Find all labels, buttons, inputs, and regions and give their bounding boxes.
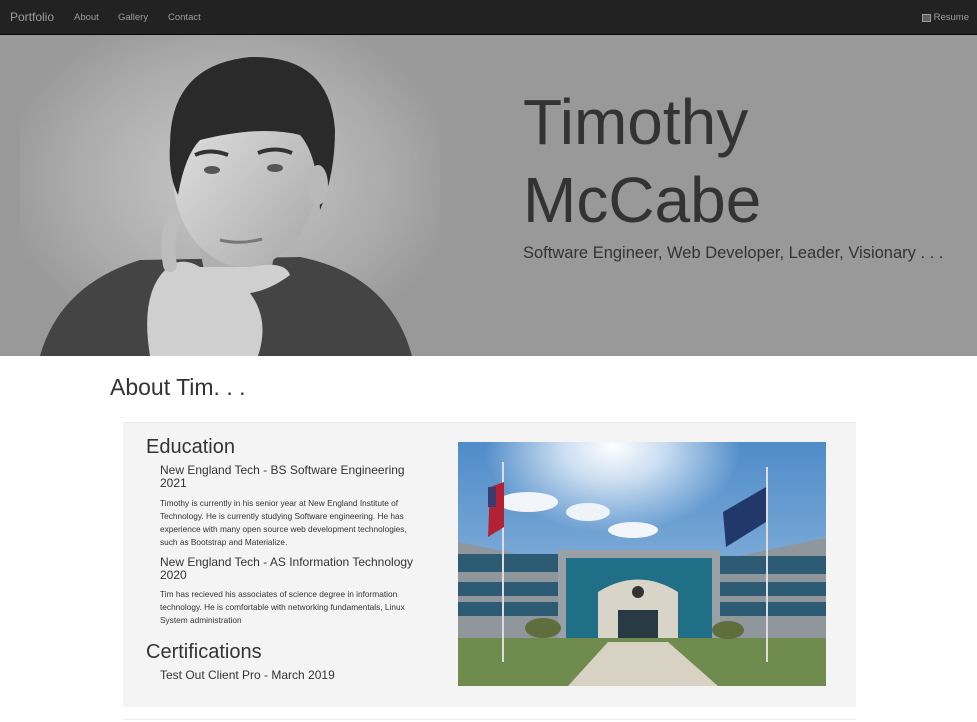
document-icon: [921, 13, 931, 22]
brand-link[interactable]: Portfolio: [10, 0, 54, 35]
nav-link-about[interactable]: About: [74, 0, 99, 35]
certification-item: Test Out Client Pro - March 2019: [160, 668, 335, 682]
campus-photo: [458, 442, 826, 686]
education-item-description: Tim has recieved his associates of scien…: [160, 589, 405, 625]
education-item-description: Timothy is currently in his senior year …: [160, 498, 407, 547]
section-divider: [123, 719, 856, 720]
hero-banner: Timothy McCabe Software Engineer, Web De…: [0, 35, 977, 356]
nav-link-contact[interactable]: Contact: [168, 0, 201, 35]
top-navbar: Portfolio About Gallery Contact Resume: [0, 0, 977, 35]
portrait-image: [0, 35, 470, 356]
hero-name: Timothy McCabe: [523, 83, 963, 239]
certifications-title: Certifications: [146, 641, 262, 663]
education-item-title: New England Tech - BS Software Engineeri…: [160, 463, 405, 490]
resume-label: Resume: [933, 12, 969, 23]
about-heading: About Tim. . .: [110, 374, 246, 400]
hero-name-line1: Timothy: [523, 86, 749, 158]
hero-name-line2: McCabe: [523, 164, 762, 236]
nav-link-gallery[interactable]: Gallery: [118, 0, 148, 35]
education-item-title: New England Tech - AS Information Techno…: [160, 555, 414, 582]
education-title: Education: [146, 436, 235, 458]
resume-link[interactable]: Resume: [921, 0, 969, 35]
hero-tagline: Software Engineer, Web Developer, Leader…: [523, 244, 944, 262]
